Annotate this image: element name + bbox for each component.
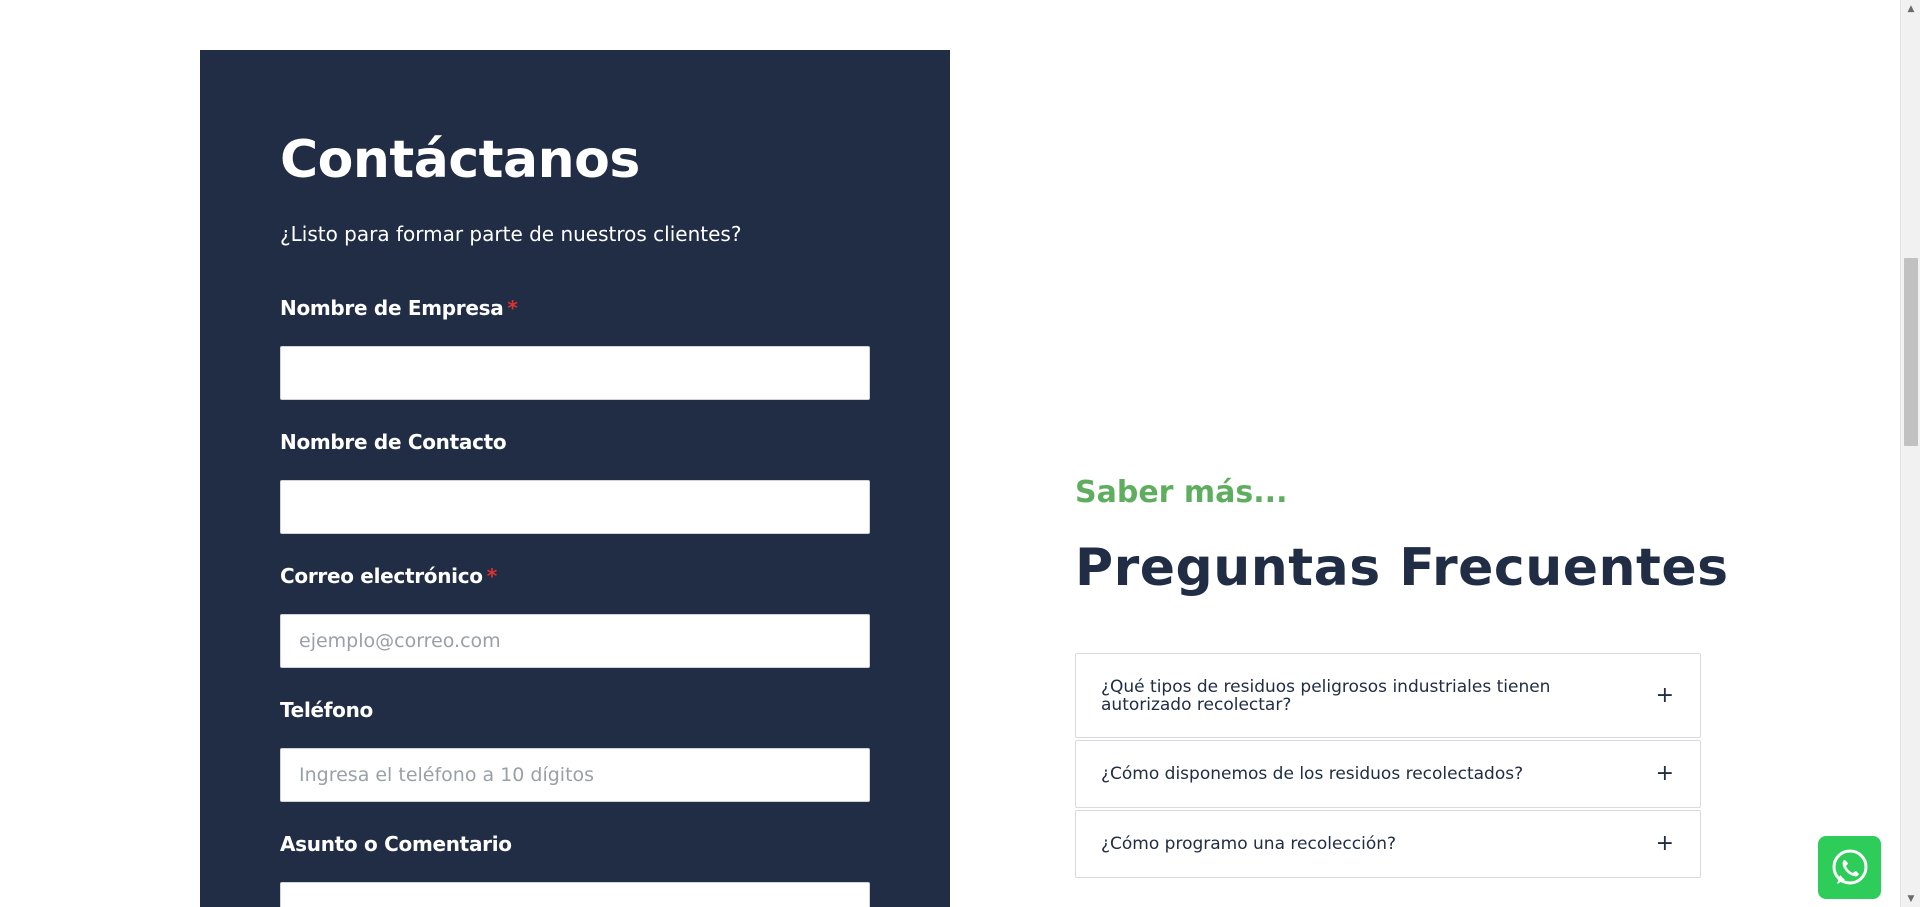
contact-name-label: Nombre de Contacto [280,430,507,454]
plus-icon[interactable]: + [1656,763,1674,785]
contact-form-panel: Contáctanos ¿Listo para formar parte de … [200,50,950,907]
required-asterisk: * [507,296,518,320]
comment-input[interactable] [280,882,870,907]
faq-title: Preguntas Frecuentes [1075,538,1729,598]
required-asterisk: * [486,564,497,588]
vertical-scrollbar[interactable]: ▲ ▼ [1900,0,1920,907]
whatsapp-button[interactable] [1818,836,1881,899]
faq-question: ¿Cómo disponemos de los residuos recolec… [1101,764,1524,784]
faq-item-waste-types[interactable]: ¿Qué tipos de residuos peligrosos indust… [1075,653,1701,738]
company-name-input[interactable] [280,346,870,400]
faq-kicker: Saber más... [1075,475,1288,510]
company-name-field: Nombre de Empresa * [280,296,870,400]
scroll-thumb[interactable] [1904,258,1918,446]
comment-label: Asunto o Comentario [280,832,512,856]
scroll-up-arrow[interactable]: ▲ [1901,0,1920,17]
plus-icon[interactable]: + [1656,684,1674,707]
phone-label: Teléfono [280,698,373,722]
faq-item-disposal[interactable]: ¿Cómo disponemos de los residuos recolec… [1075,740,1701,808]
faq-question: ¿Cómo programo una recolección? [1101,834,1397,854]
contact-name-field: Nombre de Contacto [280,430,870,534]
page: Contáctanos ¿Listo para formar parte de … [0,0,1920,907]
phone-input[interactable] [280,748,870,802]
contact-subtitle: ¿Listo para formar parte de nuestros cli… [280,222,742,246]
scroll-down-arrow[interactable]: ▼ [1901,890,1920,907]
faq-accordion: ¿Qué tipos de residuos peligrosos indust… [1075,653,1701,880]
whatsapp-icon [1832,849,1867,884]
company-name-label: Nombre de Empresa * [280,296,518,320]
email-input[interactable] [280,614,870,668]
comment-field: Asunto o Comentario [280,832,870,907]
phone-field: Teléfono [280,698,870,802]
faq-item-schedule[interactable]: ¿Cómo programo una recolección? + [1075,810,1701,878]
email-field: Correo electrónico * [280,564,870,668]
plus-icon[interactable]: + [1656,833,1674,855]
contact-name-input[interactable] [280,480,870,534]
email-label: Correo electrónico * [280,564,497,588]
contact-title: Contáctanos [280,130,640,190]
faq-question: ¿Qué tipos de residuos peligrosos indust… [1101,676,1551,715]
